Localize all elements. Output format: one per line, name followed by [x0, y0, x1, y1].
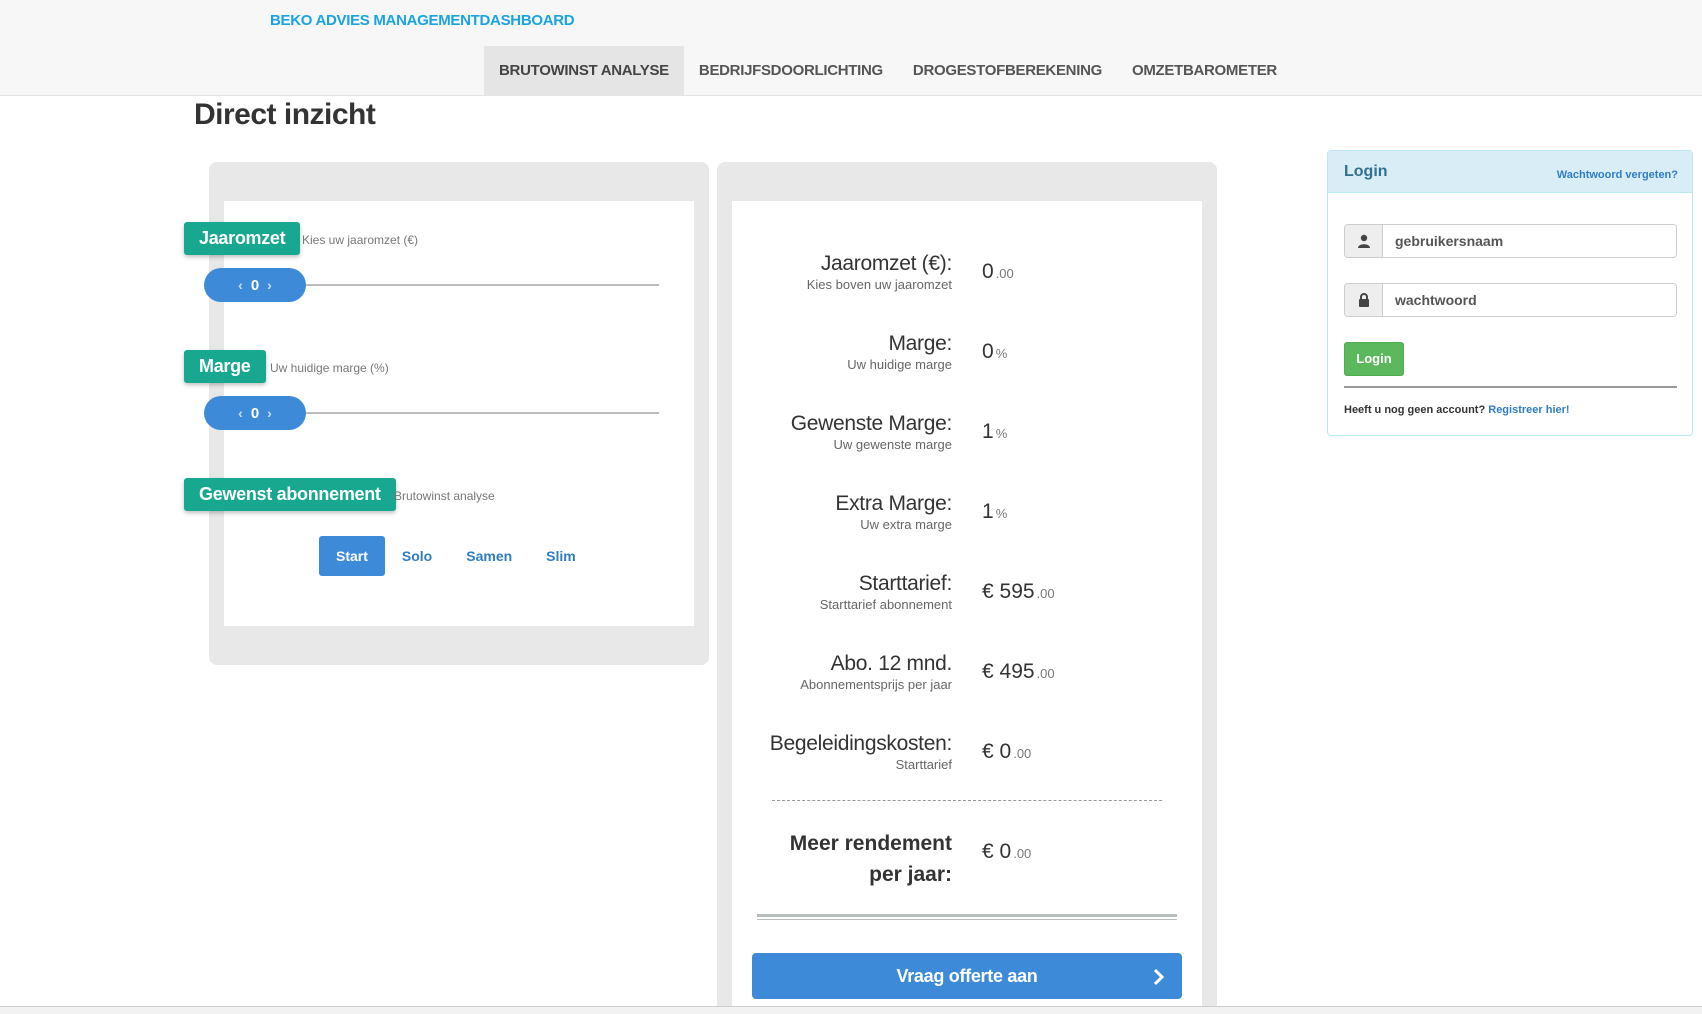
nav-bedrijfsdoorlichting[interactable]: BEDRIJFSDOORLICHTING: [684, 46, 898, 96]
option-solo[interactable]: Solo: [385, 536, 449, 576]
abonnement-hint: Brutowinst analyse: [394, 489, 495, 503]
login-header: Login Wachtwoord vergeten?: [1328, 151, 1692, 193]
option-slim[interactable]: Slim: [529, 536, 593, 576]
result-label: Begeleidingskosten:: [769, 732, 953, 755]
result-value: 0: [982, 260, 994, 283]
result-sublabel: Abonnementsprijs per jaar: [800, 677, 952, 692]
jaaromzet-slider-value: 0: [250, 276, 260, 294]
marge-slider-track[interactable]: [300, 412, 659, 414]
user-icon: [1345, 225, 1383, 257]
result-jaaromzet: Jaaromzet (€): Kies boven uw jaaromzet 0.…: [740, 252, 1140, 312]
result-starttarief: Starttarief: Starttarief abonnement € 595…: [740, 572, 1140, 632]
username-group: [1344, 224, 1677, 258]
main-nav: BRUTOWINST ANALYSE BEDRIJFSDOORLICHTING …: [484, 46, 1292, 96]
nav-drogestofberekening[interactable]: DROGESTOFBEREKENING: [898, 46, 1117, 96]
result-extra-marge: Extra Marge: Uw extra marge 1%: [740, 492, 1140, 552]
forgot-password-link[interactable]: Wachtwoord vergeten?: [1557, 169, 1678, 181]
nav-omzetbarometer[interactable]: OMZETBAROMETER: [1117, 46, 1292, 96]
result-sublabel: Kies boven uw jaaromzet: [806, 277, 952, 292]
request-quote-label: Vraag offerte aan: [896, 966, 1038, 986]
result-value: € 495: [982, 660, 1035, 683]
result-value: 0: [982, 340, 994, 363]
total-divider: [757, 914, 1177, 920]
request-quote-button[interactable]: Vraag offerte aan: [752, 953, 1182, 999]
total-suffix: .00: [1013, 846, 1032, 861]
chevron-right-icon: [1152, 953, 1166, 999]
register-text: Heeft u nog geen account? Registreer hie…: [1344, 404, 1570, 416]
result-sublabel: Uw huidige marge: [847, 357, 952, 372]
chevron-right-icon: ›: [267, 405, 272, 421]
result-sublabel: Uw extra marge: [860, 517, 952, 532]
chevron-right-icon: ›: [267, 277, 272, 293]
username-input[interactable]: [1383, 225, 1676, 257]
result-marge: Marge: Uw huidige marge 0%: [740, 332, 1140, 392]
horizontal-scrollbar[interactable]: [0, 1006, 1702, 1014]
result-value: 1: [982, 420, 994, 443]
result-suffix: .00: [995, 266, 1014, 281]
results-divider: [772, 800, 1162, 801]
jaaromzet-slider-track[interactable]: [300, 284, 659, 286]
page-title: Direct inzicht: [194, 98, 376, 131]
result-suffix: .00: [1013, 746, 1032, 761]
result-label: Abo. 12 mnd.: [830, 652, 953, 675]
result-label: Marge:: [888, 332, 952, 355]
lock-icon: [1345, 284, 1383, 316]
jaaromzet-tag: Jaaromzet: [184, 222, 301, 255]
option-start[interactable]: Start: [319, 536, 385, 576]
result-value: € 0: [982, 740, 1012, 763]
login-title: Login: [1344, 163, 1388, 180]
result-value: 1: [982, 500, 994, 523]
result-label: Starttarief:: [858, 572, 953, 595]
result-suffix: %: [995, 346, 1008, 361]
result-label: Extra Marge:: [835, 492, 952, 515]
brand-link[interactable]: BEKO ADVIES MANAGEMENTDASHBOARD: [270, 12, 575, 29]
password-input[interactable]: [1383, 284, 1676, 316]
result-suffix: .00: [1036, 666, 1055, 681]
marge-hint: Uw huidige marge (%): [270, 361, 389, 375]
result-suffix: .00: [1036, 586, 1055, 601]
jaaromzet-slider-handle[interactable]: ‹ 0 ›: [204, 268, 306, 302]
total-label-line1: Meer rendement: [789, 832, 952, 855]
result-suffix: %: [995, 426, 1008, 441]
result-sublabel: Starttarief abonnement: [819, 597, 952, 612]
result-sublabel: Uw gewenste marge: [833, 437, 953, 452]
result-value: € 595: [982, 580, 1035, 603]
top-navbar: BEKO ADVIES MANAGEMENTDASHBOARD BRUTOWIN…: [0, 0, 1702, 96]
nav-brutowinst-analyse[interactable]: BRUTOWINST ANALYSE: [484, 46, 684, 96]
jaaromzet-hint: Kies uw jaaromzet (€): [302, 233, 419, 247]
option-samen[interactable]: Samen: [449, 536, 529, 576]
chevron-left-icon: ‹: [238, 277, 243, 293]
total-value: € 0.00: [982, 840, 1031, 864]
result-abo-12-mnd: Abo. 12 mnd. Abonnementsprijs per jaar € …: [740, 652, 1140, 712]
register-prompt: Heeft u nog geen account?: [1344, 404, 1486, 416]
login-panel: Login Wachtwoord vergeten? Login Heeft u…: [1327, 150, 1693, 436]
result-begeleidingskosten: Begeleidingskosten: Starttarief € 0.00: [740, 732, 1140, 792]
chevron-left-icon: ‹: [238, 405, 243, 421]
password-group: [1344, 283, 1677, 317]
abonnement-tag: Gewenst abonnement: [184, 478, 396, 511]
abonnement-options: Start Solo Samen Slim: [319, 536, 593, 576]
result-label: Jaaromzet (€):: [820, 252, 952, 275]
result-label: Gewenste Marge:: [790, 412, 953, 435]
result-gewenste-marge: Gewenste Marge: Uw gewenste marge 1%: [740, 412, 1140, 472]
total-amount: € 0: [982, 840, 1012, 863]
marge-slider-handle[interactable]: ‹ 0 ›: [204, 396, 306, 430]
marge-slider-value: 0: [250, 404, 260, 422]
total-label-line2: per jaar:: [869, 863, 952, 886]
total-label: Meer rendement per jaar:: [760, 828, 952, 890]
marge-tag: Marge: [184, 350, 266, 383]
result-sublabel: Starttarief: [895, 757, 952, 772]
result-suffix: %: [995, 506, 1008, 521]
login-divider: [1344, 386, 1677, 388]
register-link[interactable]: Registreer hier!: [1488, 404, 1569, 416]
login-button[interactable]: Login: [1344, 342, 1404, 376]
